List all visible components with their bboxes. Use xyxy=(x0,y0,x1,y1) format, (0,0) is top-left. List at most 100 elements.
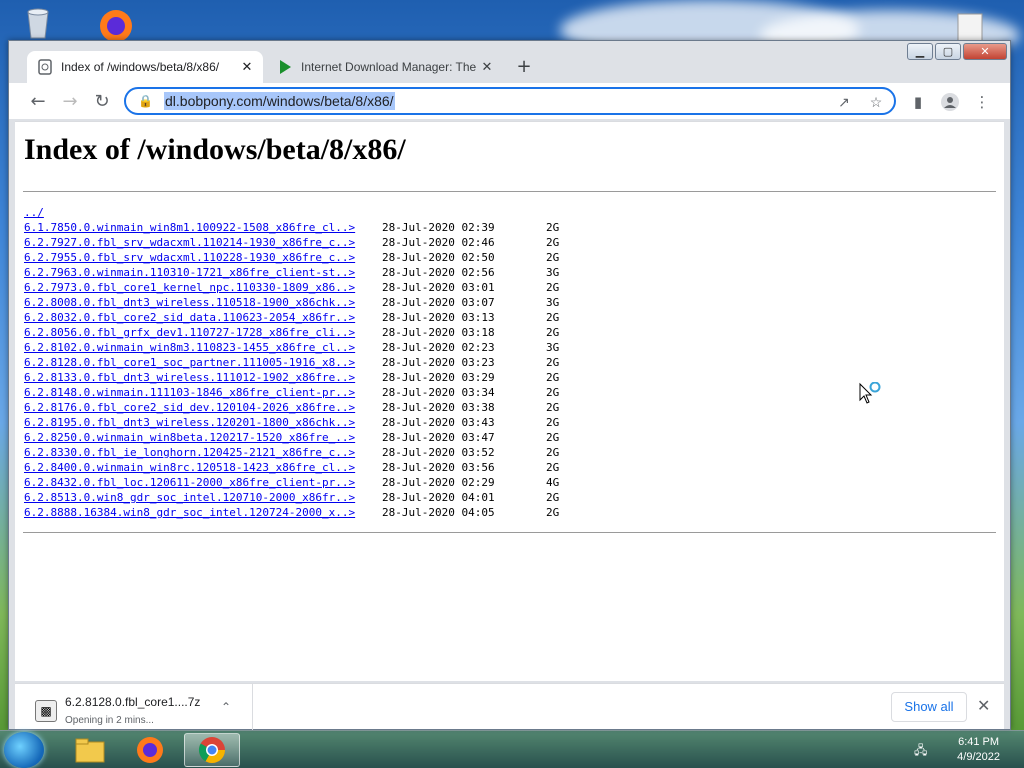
address-url[interactable]: dl.bobpony.com/windows/beta/8/x86/ xyxy=(164,92,395,110)
file-link[interactable]: 6.2.8032.0.fbl_core2_sid_data.110623-205… xyxy=(24,310,382,325)
file-size: 2G xyxy=(546,386,560,399)
file-size: 2G xyxy=(546,281,560,294)
file-date: 28-Jul-2020 02:56 xyxy=(382,266,495,279)
file-date: 28-Jul-2020 03:18 xyxy=(382,326,495,339)
file-link[interactable]: 6.1.7850.0.winmain_win8m1.100922-1508_x8… xyxy=(24,220,382,235)
close-window-button[interactable]: ✕ xyxy=(963,43,1007,60)
download-file-name: 6.2.8128.0.fbl_core1....7z xyxy=(65,695,201,709)
back-arrow-icon[interactable]: ← xyxy=(27,91,49,113)
file-size: 2G xyxy=(546,326,560,339)
address-bar[interactable]: 🔒 dl.bobpony.com/windows/beta/8/x86/ ↗ ☆ xyxy=(124,87,896,115)
page-content: Index of /windows/beta/8/x86/ ../ 6.1.78… xyxy=(15,121,1004,681)
tab-index-of[interactable]: Index of /windows/beta/8/x86/ ✕ xyxy=(27,51,263,83)
file-link[interactable]: 6.2.8432.0.fbl_loc.120611-2000_x86fre_cl… xyxy=(24,475,382,490)
file-size: 2G xyxy=(546,416,560,429)
archive-file-icon: ▩ xyxy=(35,700,57,722)
file-link[interactable]: 6.2.8195.0.fbl_dnt3_wireless.120201-1800… xyxy=(24,415,382,430)
file-date: 28-Jul-2020 04:05 xyxy=(382,506,495,519)
taskbar-clock[interactable]: 6:41 PM 4/9/2022 xyxy=(957,735,1000,765)
file-date: 28-Jul-2020 02:50 xyxy=(382,251,495,264)
window-controls: ▁ ▢ ✕ xyxy=(907,43,1007,61)
chevron-up-icon[interactable]: ⌃ xyxy=(221,700,231,714)
file-link[interactable]: 6.2.7973.0.fbl_core1_kernel_npc.110330-1… xyxy=(24,280,382,295)
lock-icon[interactable]: 🔒 xyxy=(138,94,153,108)
file-size: 2G xyxy=(546,371,560,384)
recycle-bin-icon[interactable] xyxy=(20,4,60,44)
file-date: 28-Jul-2020 02:39 xyxy=(382,221,495,234)
file-size: 2G xyxy=(546,491,560,504)
file-size: 4G xyxy=(546,476,560,489)
tab-internet-download-manager[interactable]: Internet Download Manager: The ✕ xyxy=(267,51,503,83)
file-date: 28-Jul-2020 03:01 xyxy=(382,281,495,294)
taskbar-explorer-icon[interactable] xyxy=(62,733,118,767)
tab-close-icon[interactable]: ✕ xyxy=(477,59,497,75)
file-date: 28-Jul-2020 03:07 xyxy=(382,296,495,309)
forward-arrow-icon[interactable]: → xyxy=(59,91,81,113)
file-date: 28-Jul-2020 03:56 xyxy=(382,461,495,474)
network-icon[interactable]: 🖧 xyxy=(914,741,930,757)
divider xyxy=(23,532,996,533)
file-size: 2G xyxy=(546,236,560,249)
file-link[interactable]: 6.2.8513.0.win8_gdr_soc_intel.120710-200… xyxy=(24,490,382,505)
table-row: 6.2.8513.0.win8_gdr_soc_intel.120710-200… xyxy=(24,490,1004,505)
side-panel-icon[interactable]: ▮ xyxy=(907,91,929,113)
file-link[interactable]: 6.2.8148.0.winmain.111103-1846_x86fre_cl… xyxy=(24,385,382,400)
file-link[interactable]: 6.2.8133.0.fbl_dnt3_wireless.111012-1902… xyxy=(24,370,382,385)
show-all-button[interactable]: Show all xyxy=(891,692,967,722)
taskbar-chrome-icon[interactable] xyxy=(184,733,240,767)
page-title: Index of /windows/beta/8/x86/ xyxy=(24,133,406,166)
file-date: 28-Jul-2020 03:43 xyxy=(382,416,495,429)
file-link[interactable]: 6.2.8008.0.fbl_dnt3_wireless.110518-1900… xyxy=(24,295,382,310)
file-link[interactable]: 6.2.7963.0.winmain.110310-1721_x86fre_cl… xyxy=(24,265,382,280)
file-date: 28-Jul-2020 03:38 xyxy=(382,401,495,414)
table-row: 6.2.8008.0.fbl_dnt3_wireless.110518-1900… xyxy=(24,295,1004,310)
file-link[interactable]: 6.2.8056.0.fbl_grfx_dev1.110727-1728_x86… xyxy=(24,325,382,340)
file-size: 2G xyxy=(546,461,560,474)
file-link[interactable]: 6.2.8888.16384.win8_gdr_soc_intel.120724… xyxy=(24,505,382,520)
download-item[interactable]: ▩ 6.2.8128.0.fbl_core1....7z Opening in … xyxy=(15,684,253,730)
reload-icon[interactable]: ↻ xyxy=(91,91,113,113)
taskbar-firefox-icon[interactable] xyxy=(122,733,178,767)
file-date: 28-Jul-2020 03:13 xyxy=(382,311,495,324)
table-row: 6.2.7955.0.fbl_srv_wdacxml.110228-1930_x… xyxy=(24,250,1004,265)
file-link[interactable]: 6.2.8128.0.fbl_core1_soc_partner.111005-… xyxy=(24,355,382,370)
taskbar: 🖧 6:41 PM 4/9/2022 xyxy=(0,730,1024,768)
table-row: 6.1.7850.0.winmain_win8m1.100922-1508_x8… xyxy=(24,220,1004,235)
start-button[interactable] xyxy=(4,732,44,768)
profile-avatar-icon[interactable] xyxy=(939,91,961,113)
file-link[interactable]: 6.2.7955.0.fbl_srv_wdacxml.110228-1930_x… xyxy=(24,250,382,265)
clock-date: 4/9/2022 xyxy=(957,751,1000,763)
file-size: 2G xyxy=(546,506,560,519)
download-status: Opening in 2 mins... xyxy=(65,715,154,726)
table-row: 6.2.8250.0.winmain_win8beta.120217-1520_… xyxy=(24,430,1004,445)
file-link[interactable]: 6.2.8400.0.winmain_win8rc.120518-1423_x8… xyxy=(24,460,382,475)
kebab-menu-icon[interactable]: ⋮ xyxy=(971,91,993,113)
share-icon[interactable]: ↗ xyxy=(834,92,854,112)
file-link[interactable]: 6.2.8176.0.fbl_core2_sid_dev.120104-2026… xyxy=(24,400,382,415)
table-row: 6.2.8128.0.fbl_core1_soc_partner.111005-… xyxy=(24,355,1004,370)
table-row: 6.2.8195.0.fbl_dnt3_wireless.120201-1800… xyxy=(24,415,1004,430)
browser-toolbar: ← → ↻ 🔒 dl.bobpony.com/windows/beta/8/x8… xyxy=(9,83,1010,119)
idm-play-icon xyxy=(277,59,293,75)
file-link[interactable]: 6.2.8250.0.winmain_win8beta.120217-1520_… xyxy=(24,430,382,445)
table-row: 6.2.8400.0.winmain_win8rc.120518-1423_x8… xyxy=(24,460,1004,475)
file-date: 28-Jul-2020 03:52 xyxy=(382,446,495,459)
tab-strip: Index of /windows/beta/8/x86/ ✕ Internet… xyxy=(9,41,1010,83)
file-date: 28-Jul-2020 02:46 xyxy=(382,236,495,249)
tab-title: Internet Download Manager: The xyxy=(301,60,477,74)
minimize-button[interactable]: ▁ xyxy=(907,43,933,60)
bookmark-star-icon[interactable]: ☆ xyxy=(866,92,886,112)
parent-directory-link[interactable]: ../ xyxy=(24,205,382,220)
file-date: 28-Jul-2020 02:29 xyxy=(382,476,495,489)
table-row: 6.2.8032.0.fbl_core2_sid_data.110623-205… xyxy=(24,310,1004,325)
file-size: 2G xyxy=(546,311,560,324)
download-shelf: ▩ 6.2.8128.0.fbl_core1....7z Opening in … xyxy=(15,683,1004,730)
file-link[interactable]: 6.2.8102.0.winmain_win8m3.110823-1455_x8… xyxy=(24,340,382,355)
maximize-button[interactable]: ▢ xyxy=(935,43,961,60)
file-link[interactable]: 6.2.7927.0.fbl_srv_wdacxml.110214-1930_x… xyxy=(24,235,382,250)
file-link[interactable]: 6.2.8330.0.fbl_ie_longhorn.120425-2121_x… xyxy=(24,445,382,460)
file-size: 3G xyxy=(546,266,560,279)
close-download-shelf-icon[interactable]: ✕ xyxy=(977,696,990,715)
new-tab-button[interactable]: + xyxy=(511,54,537,80)
tab-close-icon[interactable]: ✕ xyxy=(237,59,257,75)
